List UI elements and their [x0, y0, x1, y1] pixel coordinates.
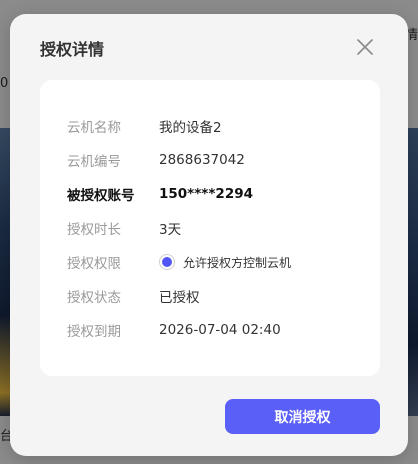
details-card: 云机名称 我的设备2 云机编号 2868637042 被授权账号 150****…	[40, 80, 380, 376]
dialog-title: 授权详情	[40, 40, 105, 59]
field-label: 授权状态	[67, 290, 121, 306]
field-authorized-account: 被授权账号 150****2294	[67, 184, 253, 204]
field-label: 授权时长	[67, 222, 121, 238]
field-status: 授权状态 已授权	[67, 286, 200, 306]
authorization-details-dialog: 授权详情 云机名称 我的设备2 云机编号 2868637042 被授权账号 15…	[10, 14, 408, 456]
field-value: 已授权	[159, 290, 200, 306]
field-permission: 授权权限 允许授权方控制云机	[67, 252, 291, 272]
field-value: 2026-07-04 02:40	[159, 322, 281, 338]
field-value: 3天	[159, 222, 182, 238]
cancel-authorization-button[interactable]: 取消授权	[225, 399, 380, 434]
field-device-name: 云机名称 我的设备2	[67, 116, 222, 136]
radio-selected-dot	[162, 257, 172, 267]
field-label: 授权权限	[67, 256, 121, 272]
field-expiry: 授权到期 2026-07-04 02:40	[67, 320, 281, 340]
field-value: 我的设备2	[159, 120, 222, 136]
field-label: 云机名称	[67, 120, 121, 136]
field-duration: 授权时长 3天	[67, 218, 181, 238]
field-label: 云机编号	[67, 154, 121, 170]
field-label: 被授权账号	[67, 188, 135, 204]
close-icon[interactable]	[356, 38, 374, 56]
field-value: 150****2294	[159, 186, 253, 202]
field-device-id: 云机编号 2868637042	[67, 150, 245, 170]
permission-radio[interactable]	[159, 254, 175, 270]
field-label: 授权到期	[67, 324, 121, 340]
permission-radio-label[interactable]: 允许授权方控制云机	[183, 254, 291, 271]
field-value: 2868637042	[159, 152, 245, 168]
